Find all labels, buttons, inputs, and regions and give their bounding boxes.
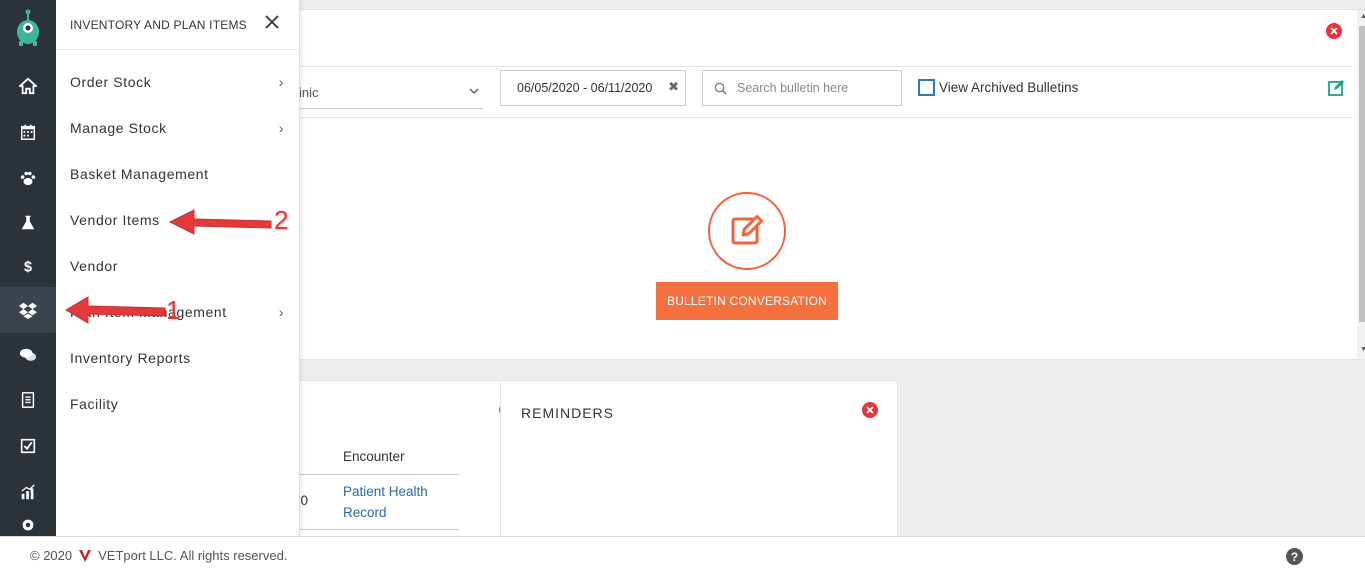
patient-health-record-link[interactable]: Patient Health Record xyxy=(343,481,443,523)
chevron-right-icon: › xyxy=(278,120,284,136)
scroll-up-icon[interactable]: ▲ xyxy=(1360,13,1365,20)
menu-item-label: Plan Item Management xyxy=(70,304,227,320)
menu-item-vendor-items[interactable]: Vendor Items xyxy=(70,208,284,232)
archived-checkbox[interactable] xyxy=(918,79,935,96)
dollar-icon[interactable]: $ xyxy=(0,243,56,289)
menu-item-inventory-reports[interactable]: Inventory Reports xyxy=(70,346,284,370)
menu-item-label: Vendor Items xyxy=(70,212,160,228)
menu-item-label: Vendor xyxy=(70,258,118,274)
edit-icon[interactable] xyxy=(1327,79,1345,97)
close-bulletin-icon[interactable] xyxy=(1326,23,1342,39)
flask-icon[interactable] xyxy=(0,200,56,246)
reminders-card: REMINDERS xyxy=(500,380,898,540)
menu-item-basket-management[interactable]: Basket Management xyxy=(70,162,284,186)
clinic-select-value: inic xyxy=(299,85,319,100)
copyright-company: VETport LLC. All rights reserved. xyxy=(98,548,288,563)
archived-label: View Archived Bulletins xyxy=(939,80,1079,95)
copyright: © 2020 VETport LLC. All rights reserved. xyxy=(30,548,287,563)
search-bulletin-input[interactable]: Search bulletin here xyxy=(702,70,902,106)
encounter-card: y Encounter 20 Patient Health Record xyxy=(292,380,535,540)
scrollbar-thumb[interactable] xyxy=(1359,26,1365,322)
chevron-right-icon: › xyxy=(278,304,284,320)
calendar-icon[interactable] xyxy=(0,109,56,155)
annotation-number-1: 1 xyxy=(166,295,181,325)
chat-icon[interactable] xyxy=(0,332,56,378)
checkbox-icon[interactable] xyxy=(0,423,56,469)
vetport-logo-icon xyxy=(79,549,92,562)
menu-item-manage-stock[interactable]: Manage Stock › xyxy=(70,116,284,140)
view-archived-toggle[interactable]: View Archived Bulletins xyxy=(918,79,1078,96)
chart-icon[interactable] xyxy=(0,469,56,515)
clinic-select[interactable]: inic xyxy=(293,77,483,109)
menu-item-label: Order Stock xyxy=(70,74,152,90)
bulletin-card: inic 06/05/2020 - 06/11/2020 ✖ Search bu… xyxy=(292,9,1365,360)
footer: © 2020 VETport LLC. All rights reserved.… xyxy=(0,536,1365,574)
bulletin-edit-icon xyxy=(708,192,786,270)
logo-icon[interactable] xyxy=(0,0,56,56)
encounter-col-header: Encounter xyxy=(343,449,405,464)
menu-item-facility[interactable]: Facility xyxy=(70,392,284,416)
home-icon[interactable] xyxy=(0,63,56,109)
menu-item-label: Inventory Reports xyxy=(70,350,191,366)
gear-icon[interactable] xyxy=(0,516,56,536)
chevron-down-icon xyxy=(469,88,479,94)
date-range-value: 06/05/2020 - 06/11/2020 xyxy=(517,81,653,95)
chevron-right-icon: › xyxy=(278,74,284,90)
search-icon xyxy=(714,82,727,95)
svg-text:$: $ xyxy=(24,259,32,275)
menu-item-label: Facility xyxy=(70,396,119,412)
bulletin-scrollbar[interactable]: ▲ ▼ xyxy=(1357,10,1365,359)
annotation-number-2: 2 xyxy=(274,205,289,235)
menu-item-label: Basket Management xyxy=(70,166,209,182)
clear-date-icon[interactable]: ✖ xyxy=(668,79,679,95)
menu-header: INVENTORY AND PLAN ITEMS xyxy=(56,0,300,50)
paw-icon[interactable] xyxy=(0,155,56,201)
menu-title: INVENTORY AND PLAN ITEMS xyxy=(70,18,247,32)
dropbox-icon[interactable] xyxy=(0,287,56,333)
help-icon[interactable]: ? xyxy=(1286,548,1303,565)
table-divider xyxy=(293,474,459,475)
search-placeholder: Search bulletin here xyxy=(737,81,849,95)
bulletin-filter-bar: inic 06/05/2020 - 06/11/2020 ✖ Search bu… xyxy=(293,66,1353,118)
bulletin-conversation-button[interactable]: BULLETIN CONVERSATION xyxy=(656,282,838,320)
inventory-menu-panel: INVENTORY AND PLAN ITEMS Order Stock › M… xyxy=(56,0,300,536)
date-range-input[interactable]: 06/05/2020 - 06/11/2020 ✖ xyxy=(500,70,686,106)
menu-item-vendor[interactable]: Vendor xyxy=(70,254,284,278)
left-nav-rail: $ xyxy=(0,0,56,574)
close-reminders-icon[interactable] xyxy=(862,402,878,418)
close-icon[interactable] xyxy=(264,14,280,30)
scroll-down-icon[interactable]: ▼ xyxy=(1360,346,1365,353)
document-icon[interactable] xyxy=(0,377,56,423)
menu-item-order-stock[interactable]: Order Stock › xyxy=(70,70,284,94)
copyright-prefix: © 2020 xyxy=(30,548,73,563)
menu-item-label: Manage Stock xyxy=(70,120,167,136)
reminders-title: REMINDERS xyxy=(521,405,615,421)
table-divider xyxy=(293,529,459,530)
